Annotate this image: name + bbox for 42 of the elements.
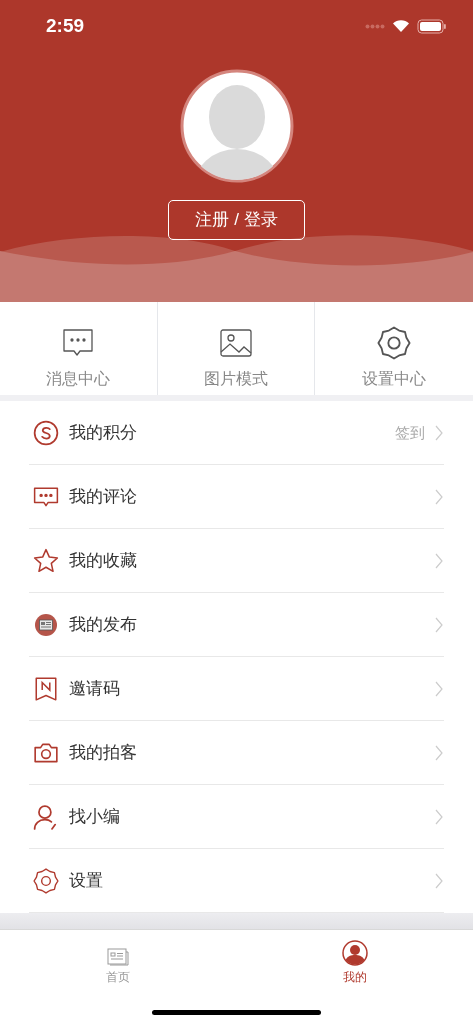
- menu-row[interactable]: 设置: [0, 849, 473, 913]
- menu-label: 我的积分: [69, 422, 137, 445]
- menu-label: 我的评论: [69, 486, 137, 509]
- menu-label: 我的拍客: [69, 742, 137, 765]
- menu-row[interactable]: 找小编: [0, 785, 473, 849]
- signal-icon: [365, 23, 385, 29]
- wifi-icon: [392, 19, 410, 33]
- menu-row[interactable]: 邀请码: [0, 657, 473, 721]
- coin-icon: [33, 420, 59, 446]
- menu-row[interactable]: 我的收藏: [0, 529, 473, 593]
- quick-action-button[interactable]: 设置中心: [315, 302, 473, 395]
- image-icon: [220, 329, 252, 357]
- status-time: 2:59: [46, 13, 85, 38]
- menu-label: 找小编: [69, 806, 120, 829]
- chat-bubble-icon: [62, 328, 95, 358]
- menu-label: 邀请码: [69, 678, 120, 701]
- chevron-right-icon: [435, 617, 443, 633]
- menu-row[interactable]: 我的拍客: [0, 721, 473, 785]
- chevron-right-icon: [435, 553, 443, 569]
- chevron-right-icon: [435, 873, 443, 889]
- chevron-right-icon: [435, 489, 443, 505]
- menu-row[interactable]: 我的积分 签到: [0, 401, 473, 465]
- chevron-right-icon: [435, 809, 443, 825]
- menu-row[interactable]: 我的发布: [0, 593, 473, 657]
- newspaper-icon: [107, 948, 130, 966]
- menu-row[interactable]: 我的评论: [0, 465, 473, 529]
- menu-label: 我的收藏: [69, 550, 137, 573]
- check-in-label: 签到: [395, 422, 425, 443]
- chevron-right-icon: [435, 745, 443, 761]
- star-icon: [33, 548, 59, 574]
- settings-icon: [377, 326, 412, 360]
- chevron-right-icon: [435, 681, 443, 697]
- tab-bar-item[interactable]: 我的: [236, 938, 473, 986]
- menu-label: 我的发布: [69, 614, 137, 637]
- battery-icon: [417, 18, 447, 34]
- newspaper-icon: [34, 613, 58, 637]
- profile-icon: [341, 940, 368, 966]
- bookmark-letter-icon: [33, 676, 59, 702]
- person-pen-icon: [33, 804, 59, 830]
- chevron-right-icon: [435, 425, 443, 441]
- menu-label: 设置: [69, 870, 103, 893]
- settings-icon: [33, 868, 59, 894]
